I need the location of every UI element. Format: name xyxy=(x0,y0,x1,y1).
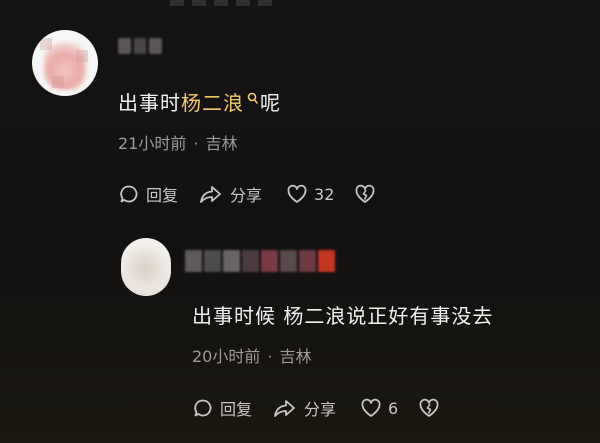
dislike-button[interactable] xyxy=(354,184,376,204)
location: 吉林 xyxy=(205,134,238,153)
share-button[interactable]: 分享 xyxy=(198,182,262,206)
location: 吉林 xyxy=(279,347,312,366)
timestamp: 21小时前 xyxy=(118,134,187,153)
comment-actions: 回复 分享 32 xyxy=(118,182,376,206)
search-icon[interactable] xyxy=(247,87,258,111)
share-button[interactable]: 分享 xyxy=(272,396,336,420)
like-count: 32 xyxy=(314,184,335,204)
reply-actions: 回复 分享 6 xyxy=(192,396,440,420)
previous-comment-fragment xyxy=(170,0,280,6)
reply-meta: 20小时前 · 吉林 xyxy=(192,347,312,366)
like-button[interactable]: 32 xyxy=(286,184,334,204)
comment-text: 出事时杨二浪呢 xyxy=(118,87,281,116)
broken-heart-icon xyxy=(355,184,375,203)
heart-icon xyxy=(287,184,307,203)
avatar[interactable] xyxy=(32,30,98,96)
comment-meta: 21小时前 · 吉林 xyxy=(118,134,238,153)
heart-icon xyxy=(361,398,381,417)
username-pixelated[interactable] xyxy=(185,250,335,272)
comment-icon xyxy=(194,399,212,417)
broken-heart-icon xyxy=(419,398,439,417)
like-count: 6 xyxy=(388,398,399,418)
share-icon xyxy=(200,186,221,203)
avatar[interactable] xyxy=(121,238,171,296)
reply-button[interactable]: 回复 xyxy=(192,396,252,420)
share-icon xyxy=(274,400,295,417)
username-pixelated[interactable] xyxy=(118,38,163,54)
comment-icon xyxy=(120,185,138,203)
reply-text: 出事时候 杨二浪说正好有事没去 xyxy=(192,304,494,328)
timestamp: 20小时前 xyxy=(192,347,261,366)
reply-button[interactable]: 回复 xyxy=(118,182,178,206)
dislike-button[interactable] xyxy=(418,398,440,418)
like-button[interactable]: 6 xyxy=(360,398,398,418)
search-link[interactable]: 杨二浪 xyxy=(181,91,244,115)
